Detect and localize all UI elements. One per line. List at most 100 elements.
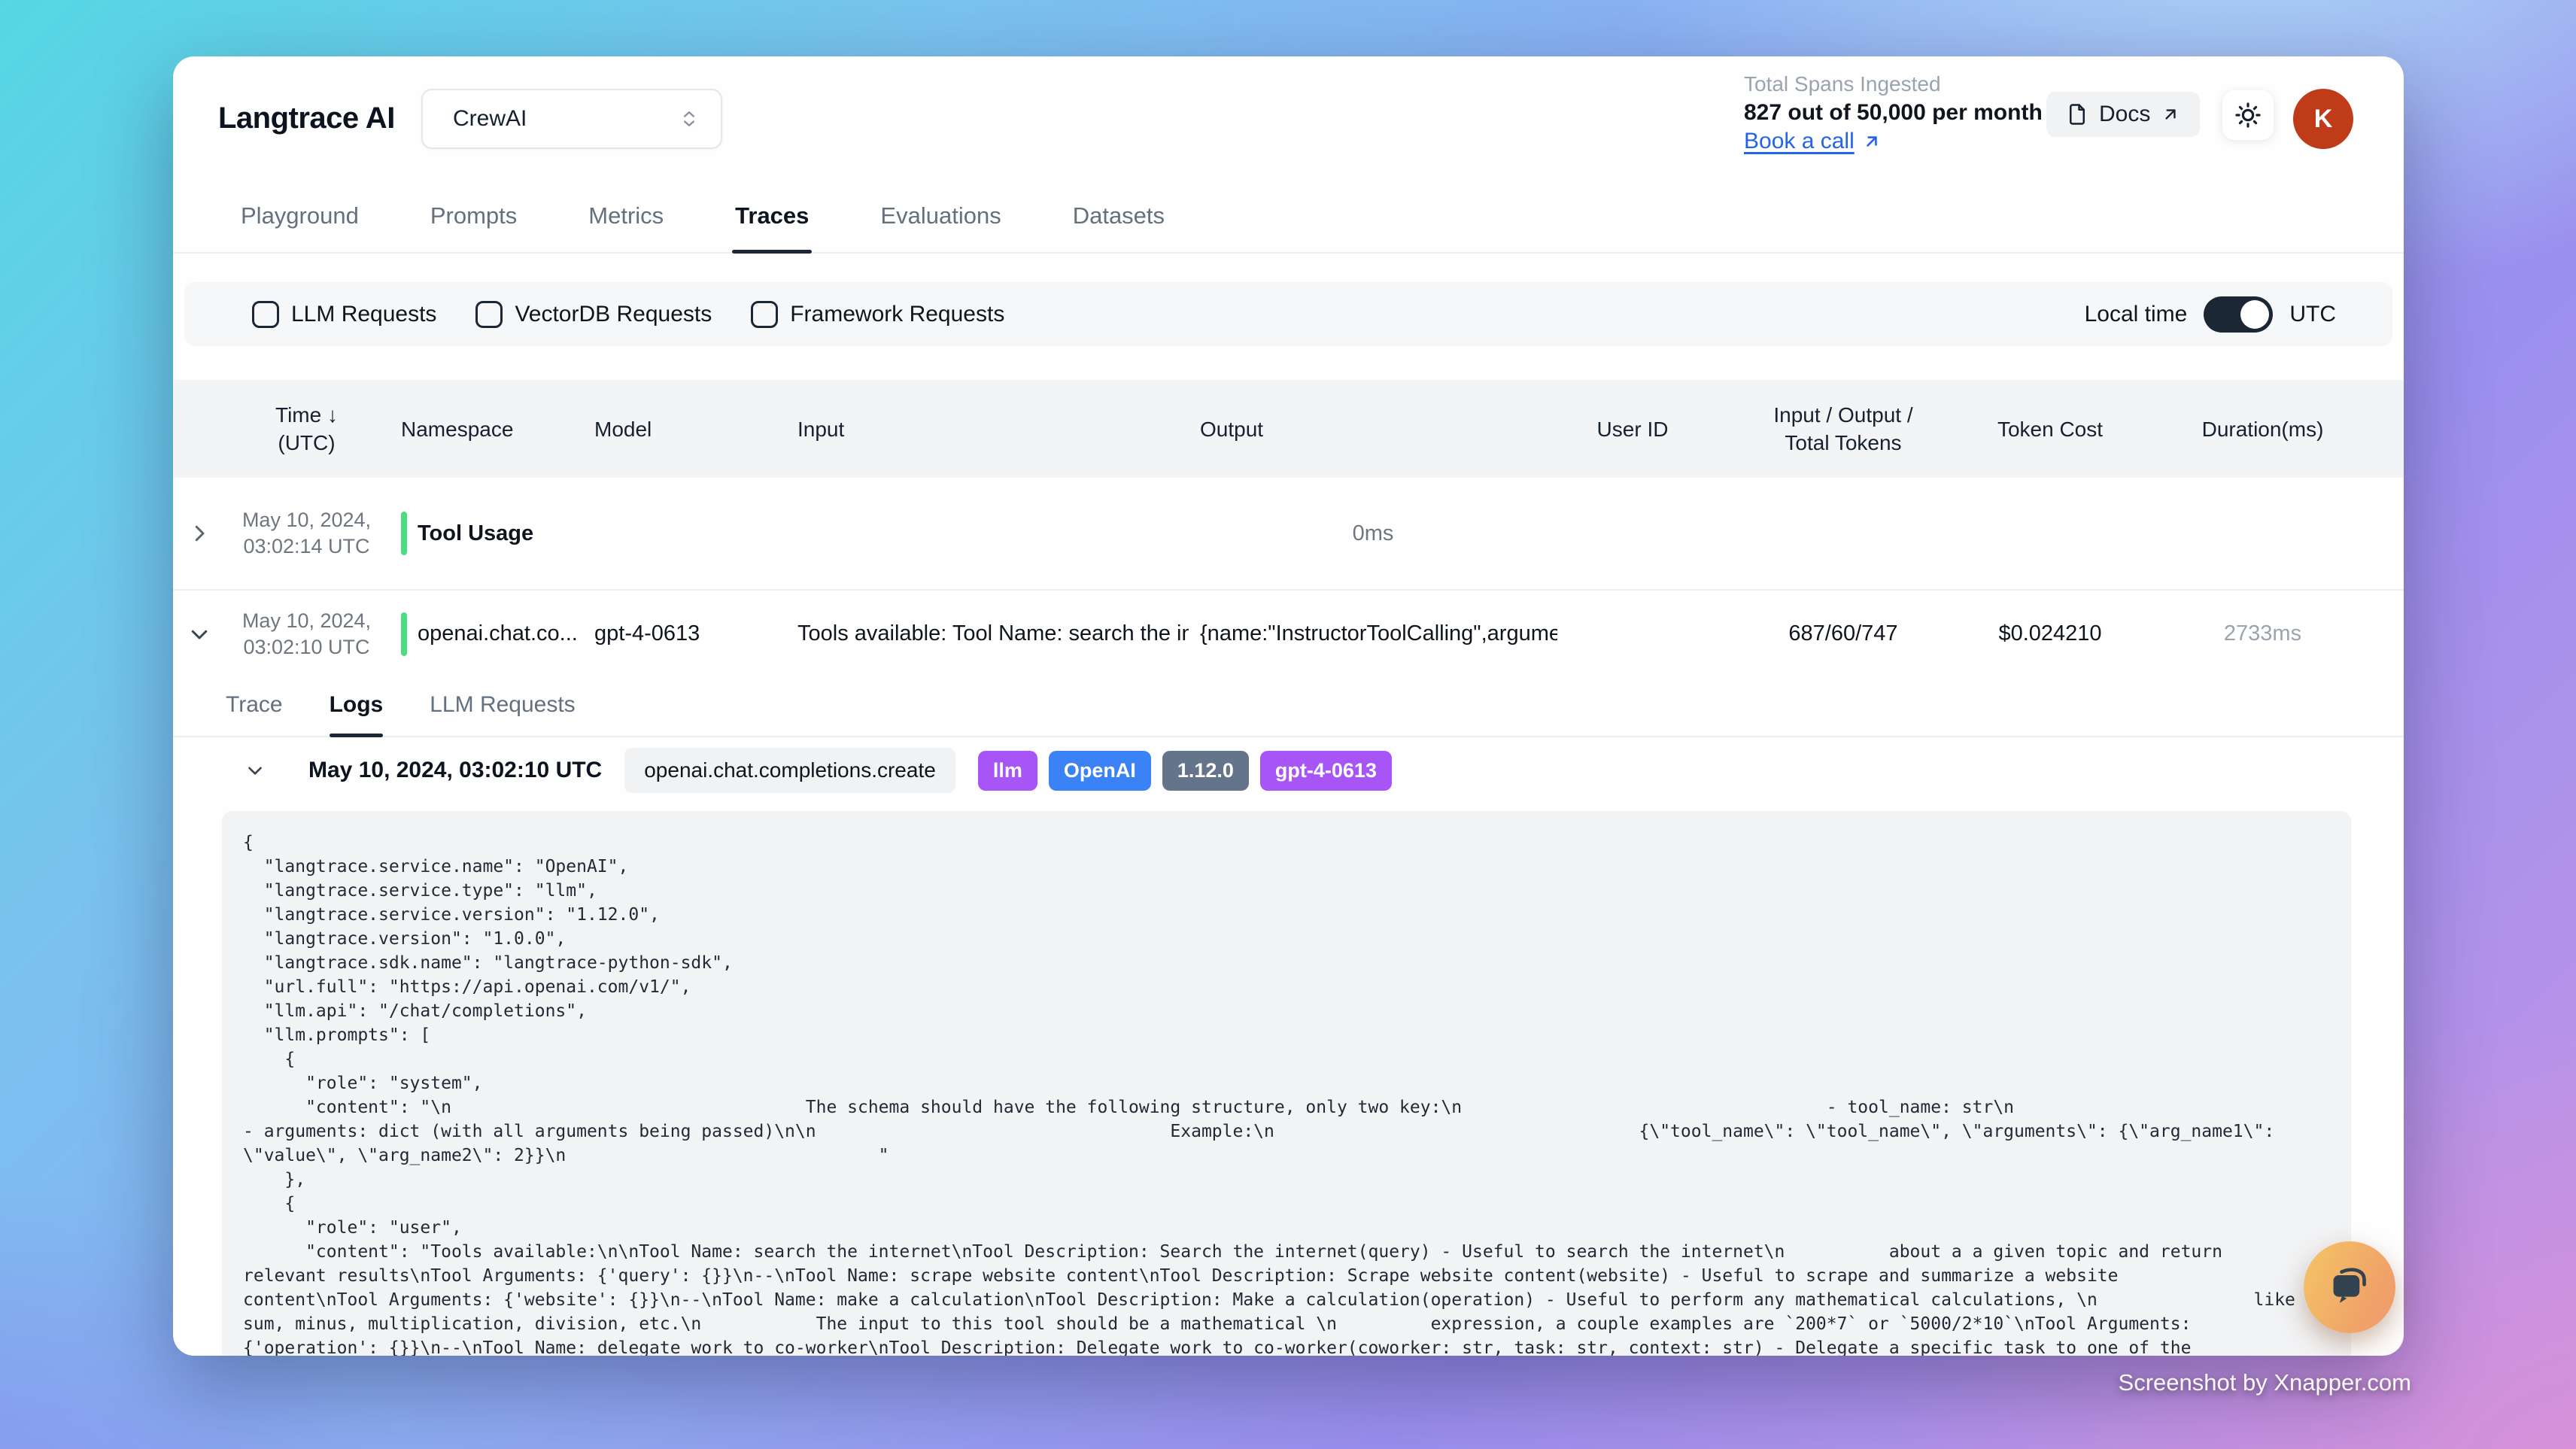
code-line: relevant results\nTool Arguments: {'quer… (243, 1264, 2330, 1288)
watermark: Screenshot by Xnapper.com (2119, 1369, 2411, 1396)
col-user-id: User ID (1557, 415, 1708, 443)
col-tokens: Input / Output /Total Tokens (1708, 401, 1979, 457)
row-input: Tools available: Tool Name: search the i… (775, 621, 1189, 646)
row-time: May 10, 2024,03:02:10 UTC (226, 608, 387, 661)
row-namespace: Tool Usage (387, 512, 583, 555)
tab-traces[interactable]: Traces (735, 202, 809, 252)
book-a-call-link[interactable]: Book a call (1744, 127, 2043, 156)
checkbox-label: LLM Requests (291, 302, 436, 327)
row-duration: 0ms (1189, 521, 1557, 546)
checkbox-label: VectorDB Requests (515, 302, 712, 327)
chat-bubble-icon (2325, 1262, 2374, 1312)
code-line: "langtrace.sdk.name": "langtrace-python-… (243, 951, 2330, 975)
filter-framework-requests[interactable]: Framework Requests (751, 301, 1004, 328)
checkbox-framework-requests[interactable] (751, 301, 778, 328)
tab-evaluations[interactable]: Evaluations (880, 202, 1001, 252)
tab-playground[interactable]: Playground (241, 202, 359, 252)
code-line: "llm.prompts": [ (243, 1023, 2330, 1047)
table-row[interactable]: May 10, 2024,03:02:14 UTC Tool Usage 0ms (173, 478, 2404, 591)
code-line: "llm.api": "/chat/completions", (243, 999, 2330, 1023)
document-icon (2066, 103, 2088, 126)
code-line: }, (243, 1168, 2330, 1192)
filter-llm-requests[interactable]: LLM Requests (252, 301, 436, 328)
tab-trace[interactable]: Trace (226, 692, 283, 736)
tab-metrics[interactable]: Metrics (588, 202, 664, 252)
badge-llm: llm (978, 751, 1037, 791)
col-output: Output (1189, 415, 1557, 443)
badge-openai: OpenAI (1049, 751, 1151, 791)
utc-label: UTC (2289, 302, 2336, 327)
code-line: content\nTool Arguments: {'website': {}}… (243, 1288, 2330, 1312)
detail-tabs: Trace Logs LLM Requests (173, 677, 2404, 737)
code-line: "content": "Tools available:\n\nTool Nam… (243, 1240, 2330, 1264)
usage-summary: Total Spans Ingested 827 out of 50,000 p… (1744, 70, 2043, 156)
row-time: May 10, 2024,03:02:14 UTC (226, 507, 387, 560)
chevron-right-icon[interactable] (173, 522, 226, 545)
code-line: {'operation': {}}\n--\nTool Name: delega… (243, 1336, 2330, 1356)
log-timestamp: May 10, 2024, 03:02:10 UTC (308, 758, 602, 783)
badge-1.12.0: 1.12.0 (1162, 751, 1249, 791)
docs-button[interactable]: Docs (2046, 92, 2200, 137)
code-line: "langtrace.version": "1.0.0", (243, 927, 2330, 951)
project-select-value: CrewAI (453, 106, 527, 132)
theme-toggle-button[interactable] (2222, 90, 2274, 140)
code-line: { (243, 831, 2330, 855)
chevron-down-icon[interactable] (173, 623, 226, 646)
spans-ingested-label: Total Spans Ingested (1744, 70, 2043, 99)
code-line: sum, minus, multiplication, division, et… (243, 1312, 2330, 1336)
app-logo: Langtrace AI (218, 102, 395, 135)
desktop-background: { "app": { "title": "Langtrace AI", "pro… (0, 0, 2576, 1449)
checkbox-vectordb-requests[interactable] (475, 301, 503, 328)
trace-table-header: Time ↓(UTC) Namespace Model Input Output… (173, 380, 2404, 478)
tab-datasets[interactable]: Datasets (1073, 202, 1165, 252)
external-link-arrow-icon (2161, 105, 2180, 124)
main-nav: Playground Prompts Metrics Traces Evalua… (173, 177, 2404, 254)
code-line: "url.full": "https://api.openai.com/v1/"… (243, 975, 2330, 999)
app-window: Langtrace AI CrewAI Total Spans Ingested… (173, 56, 2404, 1356)
chevron-up-down-icon (679, 108, 700, 129)
code-line: - arguments: dict (with all arguments be… (243, 1119, 2330, 1144)
code-line: "role": "system", (243, 1071, 2330, 1095)
row-output: {name:"InstructorToolCalling",arguments:… (1189, 621, 1557, 646)
tab-logs[interactable]: Logs (330, 692, 384, 736)
code-line: "langtrace.service.name": "OpenAI", (243, 855, 2330, 879)
col-namespace: Namespace (387, 415, 583, 443)
user-avatar[interactable]: K (2293, 89, 2353, 149)
tab-prompts[interactable]: Prompts (430, 202, 517, 252)
code-line: "content": "\n The schema should have th… (243, 1095, 2330, 1119)
log-entry-header[interactable]: May 10, 2024, 03:02:10 UTC openai.chat.c… (173, 737, 2404, 803)
row-token-cost: $0.024210 (1979, 621, 2122, 646)
book-a-call-label: Book a call (1744, 127, 1855, 156)
chat-widget-button[interactable] (2304, 1241, 2395, 1333)
code-block[interactable]: { "langtrace.service.name": "OpenAI", "l… (222, 811, 2351, 1356)
filter-vectordb-requests[interactable]: VectorDB Requests (475, 301, 712, 328)
col-duration: Duration(ms) (2122, 415, 2404, 443)
code-line: \"value\", \"arg_name2\": 2}}\n " (243, 1144, 2330, 1168)
table-row[interactable]: May 10, 2024,03:02:10 UTC openai.chat.co… (173, 591, 2404, 677)
row-duration: 2733ms (2122, 621, 2404, 646)
sun-icon (2234, 101, 2262, 129)
col-model: Model (583, 415, 775, 443)
status-bar (401, 512, 407, 555)
chevron-down-icon[interactable] (245, 761, 265, 780)
col-time[interactable]: Time ↓(UTC) (226, 401, 387, 457)
status-bar (401, 612, 407, 656)
project-select[interactable]: CrewAI (421, 89, 722, 149)
code-line: { (243, 1192, 2330, 1216)
spans-ingested-value: 827 out of 50,000 per month (1744, 99, 2043, 127)
code-line: { (243, 1047, 2330, 1071)
timezone-switch[interactable] (2204, 296, 2273, 333)
code-line: "role": "user", (243, 1216, 2330, 1240)
checkbox-llm-requests[interactable] (252, 301, 279, 328)
col-token-cost: Token Cost (1979, 415, 2122, 443)
code-line: "langtrace.service.version": "1.12.0", (243, 903, 2330, 927)
app-header: Langtrace AI CrewAI Total Spans Ingested… (173, 56, 2404, 177)
code-line: "langtrace.service.type": "llm", (243, 879, 2330, 903)
row-model: gpt-4-0613 (583, 621, 775, 646)
col-input: Input (775, 415, 1189, 443)
row-namespace: openai.chat.co... (387, 612, 583, 656)
row-tokens: 687/60/747 (1708, 621, 1979, 646)
filter-bar: LLM Requests VectorDB Requests Framework… (184, 282, 2392, 346)
tab-llm-requests[interactable]: LLM Requests (430, 692, 575, 736)
badge-list: llmOpenAI1.12.0gpt-4-0613 (978, 751, 1392, 791)
